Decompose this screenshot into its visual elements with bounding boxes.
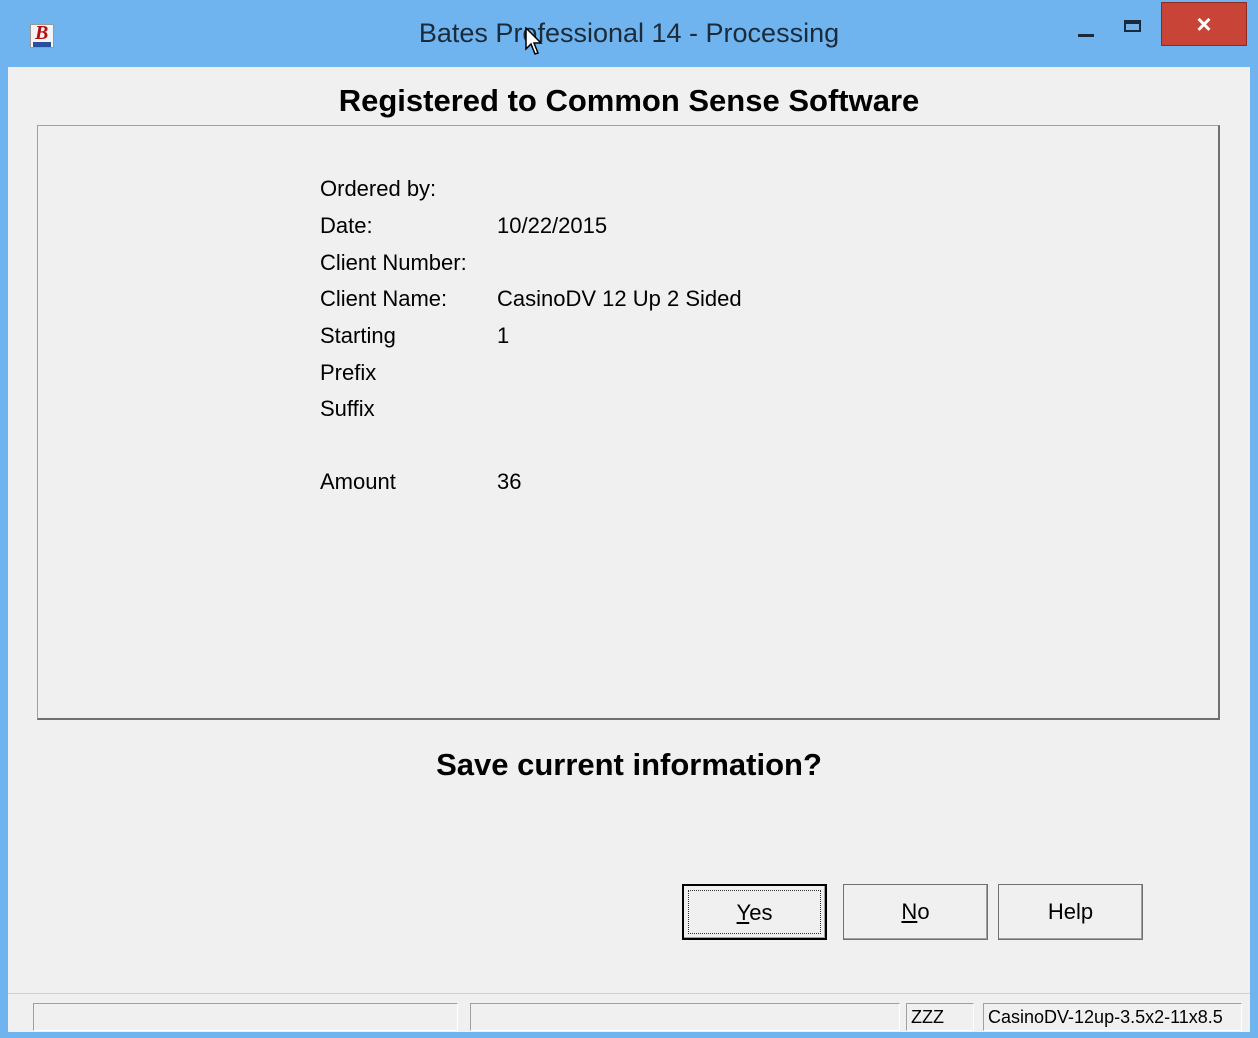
app-window: B Bates Professional 14 - Processing × R… [0, 0, 1258, 1038]
status-pane-code: ZZZ [906, 1003, 974, 1031]
no-button[interactable]: No [843, 884, 988, 940]
no-accelerator: N [901, 899, 918, 924]
mouse-cursor-icon [525, 27, 543, 55]
maximize-button[interactable] [1118, 8, 1150, 38]
starting-value: 1 [497, 323, 510, 348]
yes-accelerator: Y [736, 900, 750, 925]
date-value: 10/22/2015 [497, 213, 608, 238]
status-bar: ZZZ CasinoDV-12up-3.5x2-11x8.5 [8, 993, 1250, 1033]
minimize-button[interactable] [1070, 8, 1102, 38]
prefix-label: Prefix [320, 360, 377, 385]
yes-label-rest: es [749, 900, 773, 925]
status-pane-job-name: CasinoDV-12up-3.5x2-11x8.5 [983, 1003, 1242, 1031]
suffix-label: Suffix [320, 396, 375, 421]
details-panel: Ordered by: Date: 10/22/2015 Client Numb… [37, 125, 1220, 720]
amount-value: 36 [497, 469, 522, 494]
starting-label: Starting [320, 323, 396, 348]
dialog-client-area: Registered to Common Sense Software Orde… [8, 67, 1250, 1032]
help-button-label: Help [1047, 899, 1094, 924]
yes-button[interactable]: Yes [682, 884, 827, 940]
client-name-value: CasinoDV 12 Up 2 Sided [497, 286, 742, 311]
client-name-label: Client Name: [320, 286, 448, 311]
status-pane-1 [33, 1003, 458, 1031]
amount-label: Amount [320, 469, 396, 494]
title-bar[interactable]: B Bates Professional 14 - Processing × [0, 0, 1258, 68]
close-icon: × [1196, 9, 1212, 39]
client-number-label: Client Number: [320, 250, 467, 275]
ordered-by-label: Ordered by: [320, 176, 437, 201]
status-pane-2 [470, 1003, 900, 1031]
no-button-label: No [901, 899, 929, 924]
date-label: Date: [320, 213, 373, 238]
no-label-rest: o [917, 899, 930, 924]
registration-heading: Registered to Common Sense Software [338, 83, 920, 118]
yes-button-label: Yes [737, 900, 773, 925]
save-question: Save current information? [436, 747, 822, 782]
close-button[interactable]: × [1161, 2, 1247, 46]
help-button[interactable]: Help [998, 884, 1143, 940]
